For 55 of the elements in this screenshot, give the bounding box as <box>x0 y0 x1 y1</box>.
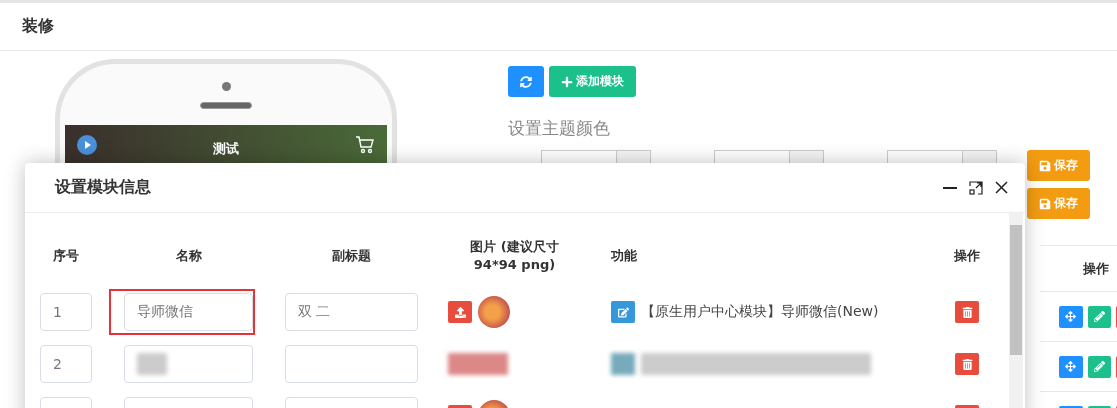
column-header: 功能 <box>611 247 638 265</box>
subtitle-field[interactable]: 双 二 <box>285 293 418 331</box>
column-header: 名称 <box>174 247 203 265</box>
move-button[interactable] <box>1059 305 1083 328</box>
close-icon <box>995 181 1008 194</box>
blurred-image <box>448 353 508 375</box>
subtitle-field[interactable] <box>285 345 418 383</box>
move-icon <box>1065 311 1077 322</box>
page-title: 装修 <box>22 16 54 37</box>
add-module-button[interactable]: 添加模块 <box>549 66 636 97</box>
maximize-icon <box>969 180 983 195</box>
close-button[interactable] <box>995 181 1008 194</box>
name-field[interactable] <box>124 345 253 383</box>
scrollbar[interactable] <box>1009 213 1023 408</box>
index-field[interactable]: 1 <box>40 293 92 331</box>
maximize-button[interactable] <box>969 180 983 195</box>
name-field[interactable]: 导师微信 <box>124 293 253 331</box>
column-header: 操作 <box>1083 259 1109 278</box>
save-icon <box>1039 159 1051 172</box>
delete-button[interactable] <box>955 301 979 323</box>
function-text: 【原生用户中心模块】导师微信(New) <box>641 303 879 321</box>
delete-button[interactable] <box>955 353 979 375</box>
edit-icon <box>617 306 629 318</box>
refresh-icon <box>520 75 532 88</box>
trash-icon <box>961 306 973 318</box>
column-header: 操作 <box>953 247 981 265</box>
column-header: 序号 <box>52 247 80 265</box>
edit-button[interactable] <box>1087 305 1112 328</box>
upload-icon <box>454 306 466 318</box>
pencil-icon <box>1094 311 1105 322</box>
speaker-slot <box>200 102 252 109</box>
dialog-title: 设置模块信息 <box>55 177 152 198</box>
phone-title: 测试 <box>213 140 239 158</box>
edit-button[interactable] <box>1087 355 1112 378</box>
play-icon <box>77 135 97 155</box>
camera-dot <box>221 82 231 91</box>
index-field[interactable]: 2 <box>40 345 92 383</box>
minimize-icon <box>943 186 957 189</box>
refresh-button[interactable] <box>508 66 544 97</box>
move-button[interactable] <box>1059 355 1083 378</box>
edit-button[interactable] <box>611 301 635 323</box>
column-header: 图片 (建议尺寸 94*94 png) <box>469 238 560 274</box>
column-header: 副标题 <box>331 247 372 265</box>
move-icon <box>1065 361 1077 372</box>
minimize-button[interactable] <box>943 186 957 189</box>
blurred-text <box>137 353 167 375</box>
save-icon <box>1039 197 1051 210</box>
blurred-icon <box>611 353 635 375</box>
plus-icon <box>561 75 573 88</box>
pencil-icon <box>1094 361 1105 372</box>
cart-icon <box>355 136 375 154</box>
trash-icon <box>961 358 973 370</box>
upload-button[interactable] <box>448 301 472 323</box>
image-thumbnail <box>478 296 510 328</box>
theme-heading: 设置主题颜色 <box>508 117 611 140</box>
